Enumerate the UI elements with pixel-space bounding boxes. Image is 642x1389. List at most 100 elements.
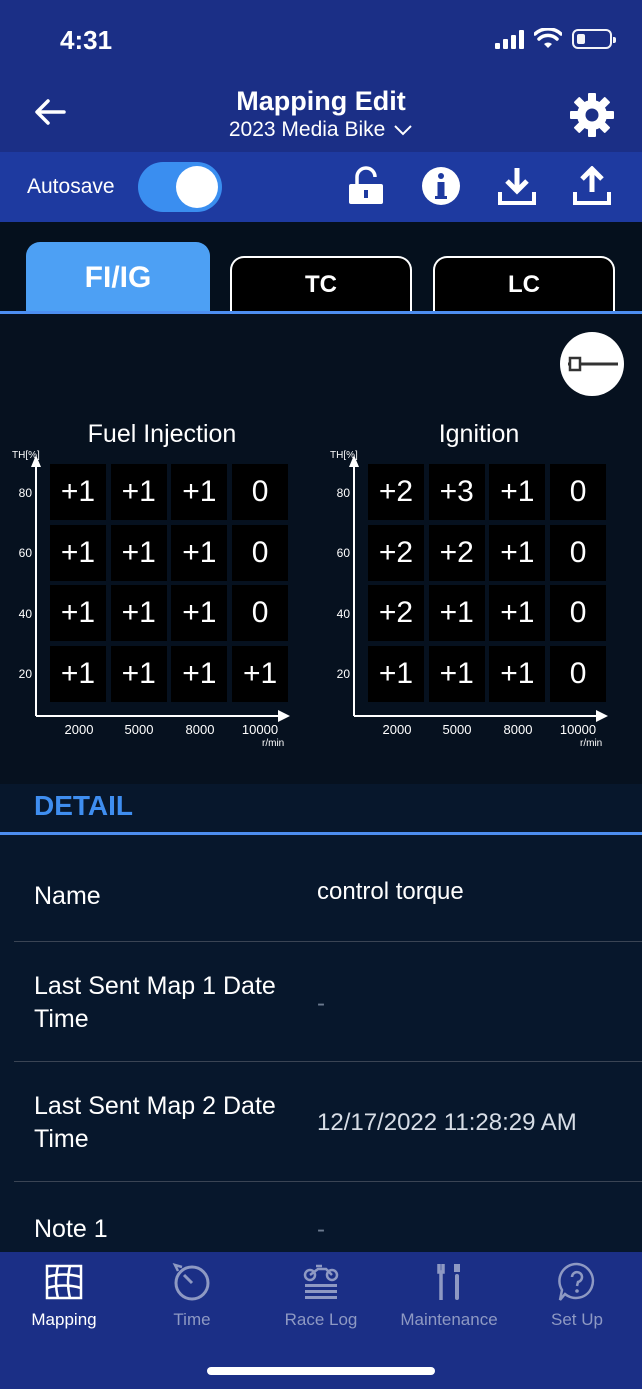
status-icons	[495, 28, 616, 50]
tools-icon	[437, 1264, 460, 1300]
fuel-y-tick: 60	[18, 546, 32, 560]
cellular-signal-icon	[495, 29, 524, 49]
nav-label-race-log: Race Log	[284, 1310, 358, 1329]
map-cell[interactable]: +1	[50, 524, 106, 581]
nav-maintenance[interactable]: Maintenance	[389, 1262, 509, 1330]
map-cell[interactable]: +1	[50, 585, 106, 641]
motorcycle-icon	[303, 1264, 339, 1299]
detail-value-map1: -	[317, 990, 325, 1017]
autosave-toggle[interactable]	[138, 162, 222, 212]
map-cell[interactable]: 0	[550, 524, 607, 581]
status-time: 4:31	[60, 25, 113, 55]
download-icon[interactable]	[497, 166, 537, 206]
nav-label-mapping: Mapping	[31, 1310, 97, 1329]
map-cell[interactable]: +1	[50, 645, 106, 702]
ignition-x-tick: 8000	[503, 722, 533, 737]
map-cell[interactable]: 0	[232, 585, 289, 641]
detail-heading: DETAIL	[34, 790, 134, 821]
help-bubble-icon	[558, 1262, 595, 1301]
nav-label-set-up: Set Up	[551, 1310, 603, 1329]
page-title: Mapping Edit	[236, 86, 406, 116]
divider	[14, 1181, 642, 1182]
map-cell[interactable]: +1	[489, 585, 546, 641]
gear-icon[interactable]	[567, 90, 617, 140]
tab-tc[interactable]: TC	[230, 256, 412, 312]
unlock-icon[interactable]	[346, 166, 386, 206]
fuel-injection-title: Fuel Injection	[87, 420, 237, 448]
map-cell[interactable]: +1	[171, 645, 228, 702]
nav-label-maintenance: Maintenance	[400, 1310, 498, 1329]
chevron-down-icon	[394, 125, 412, 136]
stopwatch-icon	[172, 1263, 210, 1301]
map-cell[interactable]: 0	[550, 464, 607, 520]
ignition-x-tick: 2000	[382, 722, 412, 737]
nav-set-up[interactable]: Set Up	[517, 1262, 637, 1330]
map-cell[interactable]: +1	[489, 645, 546, 702]
map-cell[interactable]: +1	[171, 464, 228, 520]
detail-underline	[0, 832, 642, 835]
detail-value-map2: 12/17/2022 11:28:29 AM	[317, 1109, 577, 1136]
detail-label-map1: Last Sent Map 1 Date Time	[34, 972, 276, 1033]
detail-label-map2: Last Sent Map 2 Date Time	[34, 1092, 276, 1153]
map-cell[interactable]: +2	[368, 524, 424, 581]
map-cell[interactable]: +1	[489, 464, 546, 520]
detail-label-name: Name	[34, 882, 101, 910]
toggle-knob	[176, 166, 218, 208]
ignition-x-tick: 10000	[559, 722, 597, 737]
fuel-y-tick: 20	[18, 667, 32, 681]
map-cell[interactable]: +1	[368, 645, 424, 702]
fuel-x-tick: 2000	[64, 722, 94, 737]
fuel-x-unit: r/min	[262, 738, 285, 749]
home-indicator[interactable]	[207, 1367, 435, 1375]
map-cell[interactable]: +1	[428, 645, 485, 702]
detail-value-note1[interactable]: -	[317, 1216, 325, 1244]
map-cell[interactable]: 0	[550, 585, 607, 641]
nav-label-time: Time	[173, 1310, 211, 1329]
map-cell[interactable]: +1	[110, 464, 167, 520]
ignition-y-tick: 40	[336, 607, 350, 621]
nav-race-log[interactable]: Race Log	[261, 1262, 381, 1330]
fuel-x-tick: 10000	[241, 722, 279, 737]
divider	[14, 941, 642, 942]
nav-mapping[interactable]: Mapping	[4, 1262, 124, 1330]
map-cell[interactable]: +1	[489, 524, 546, 581]
map-cell[interactable]: 0	[232, 524, 289, 581]
map-cell[interactable]: +1	[110, 645, 167, 702]
map-cell[interactable]: +1	[232, 645, 289, 702]
ignition-x-unit: r/min	[580, 738, 603, 749]
upload-icon[interactable]	[572, 166, 612, 206]
map-cell[interactable]: +2	[368, 464, 424, 520]
map-cell[interactable]: +1	[171, 585, 228, 641]
fuel-x-tick: 8000	[185, 722, 215, 737]
ignition-y-tick: 80	[336, 486, 350, 500]
map-cell[interactable]: +1	[428, 585, 485, 641]
fuel-y-tick: 40	[18, 607, 32, 621]
bike-name: 2023 Media Bike	[228, 118, 386, 141]
map-cell[interactable]: +3	[428, 464, 485, 520]
ignition-y-tick: 20	[336, 667, 350, 681]
autosave-label: Autosave	[27, 175, 115, 198]
map-cell[interactable]: 0	[232, 464, 289, 520]
detail-label-note1: Note 1	[34, 1215, 108, 1243]
detail-value-name[interactable]: control torque	[317, 878, 464, 906]
info-icon[interactable]	[421, 166, 461, 206]
map-cell[interactable]: +1	[110, 585, 167, 641]
map-cell[interactable]: +1	[110, 524, 167, 581]
ignition-x-tick: 5000	[442, 722, 472, 737]
map-cell[interactable]: +1	[171, 524, 228, 581]
ignition-title: Ignition	[438, 420, 520, 448]
tab-fi-ig[interactable]: FI/IG	[26, 242, 210, 312]
map-cell[interactable]: +2	[428, 524, 485, 581]
divider	[14, 1061, 642, 1062]
wifi-icon	[534, 28, 562, 48]
map-cell[interactable]: 0	[550, 645, 607, 702]
fuel-x-tick: 5000	[124, 722, 154, 737]
slider-toggle-button[interactable]	[560, 332, 624, 396]
map-cell[interactable]: +1	[50, 464, 106, 520]
ignition-y-tick: 60	[336, 546, 350, 560]
nav-time[interactable]: Time	[132, 1262, 252, 1330]
tab-lc[interactable]: LC	[433, 256, 615, 312]
bike-selector[interactable]: 2023 Media Bike	[0, 118, 642, 142]
fuel-y-tick: 80	[18, 486, 32, 500]
map-cell[interactable]: +2	[368, 585, 424, 641]
